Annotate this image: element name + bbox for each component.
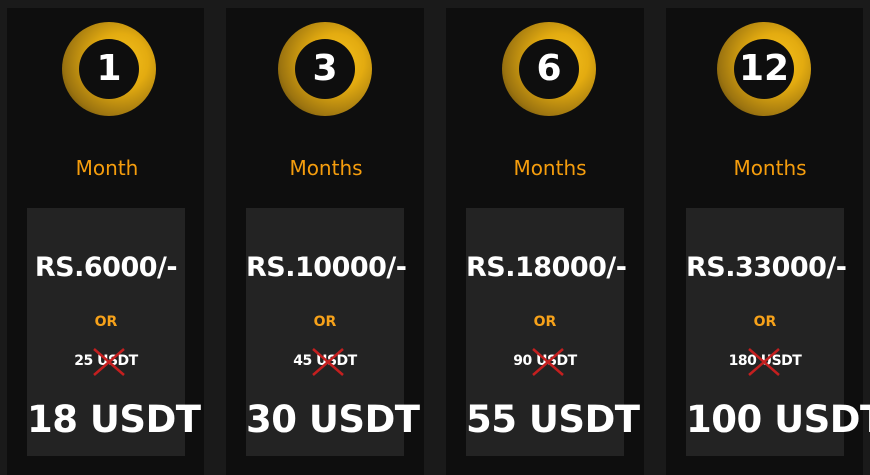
or-label: OR	[313, 314, 337, 330]
discounted-price: 30 USDT	[246, 398, 420, 441]
plan-card-1-month[interactable]: 1 Month RS.6000/- OR 25 USDT 18 USDT	[7, 8, 204, 475]
discounted-price: 55 USDT	[466, 398, 640, 441]
price-rupees: RS.6000/-	[34, 252, 178, 283]
duration-unit: Months	[513, 156, 587, 180]
or-label: OR	[533, 314, 557, 330]
price-box: RS.33000/- OR 180 USDT 100 USDT	[686, 208, 870, 456]
price-rupees: RS.33000/-	[686, 252, 847, 283]
plan-card-6-months[interactable]: 6 Months RS.18000/- OR 90 USDT 55 USDT	[446, 8, 644, 475]
duration-unit: Months	[289, 156, 363, 180]
duration-unit: Month	[75, 156, 139, 180]
plans-section: 1 Month RS.6000/- OR 25 USDT 18 USDT 3 M…	[0, 0, 870, 475]
old-price: 25 USDT	[74, 348, 138, 376]
strikethrough-x-icon	[312, 348, 345, 376]
duration-ring-icon: 6	[502, 22, 596, 116]
duration-ring-icon: 12	[717, 22, 811, 116]
price-box: RS.10000/- OR 45 USDT 30 USDT	[246, 208, 420, 456]
duration-number: 6	[536, 48, 562, 89]
plan-card-3-months[interactable]: 3 Months RS.10000/- OR 45 USDT 30 USDT	[226, 8, 424, 475]
old-price: 45 USDT	[293, 348, 357, 376]
duration-ring-icon: 1	[62, 22, 156, 116]
strikethrough-x-icon	[747, 348, 780, 376]
duration-ring-icon: 3	[278, 22, 372, 116]
price-box: RS.6000/- OR 25 USDT 18 USDT	[27, 208, 201, 456]
discounted-price: 100 USDT	[686, 398, 870, 441]
old-price: 180 USDT	[729, 348, 802, 376]
duration-number: 12	[738, 48, 790, 89]
strikethrough-x-icon	[93, 348, 126, 376]
discounted-price: 18 USDT	[27, 398, 201, 441]
price-rupees: RS.18000/-	[466, 252, 627, 283]
duration-unit: Months	[733, 156, 807, 180]
duration-number: 1	[96, 48, 122, 89]
or-label: OR	[94, 314, 118, 330]
price-box: RS.18000/- OR 90 USDT 55 USDT	[466, 208, 640, 456]
old-price: 90 USDT	[513, 348, 577, 376]
or-label: OR	[753, 314, 777, 330]
plan-card-12-months[interactable]: 12 Months RS.33000/- OR 180 USDT 100 USD…	[666, 8, 870, 475]
price-rupees: RS.10000/-	[246, 252, 407, 283]
strikethrough-x-icon	[532, 348, 565, 376]
duration-number: 3	[312, 48, 338, 89]
